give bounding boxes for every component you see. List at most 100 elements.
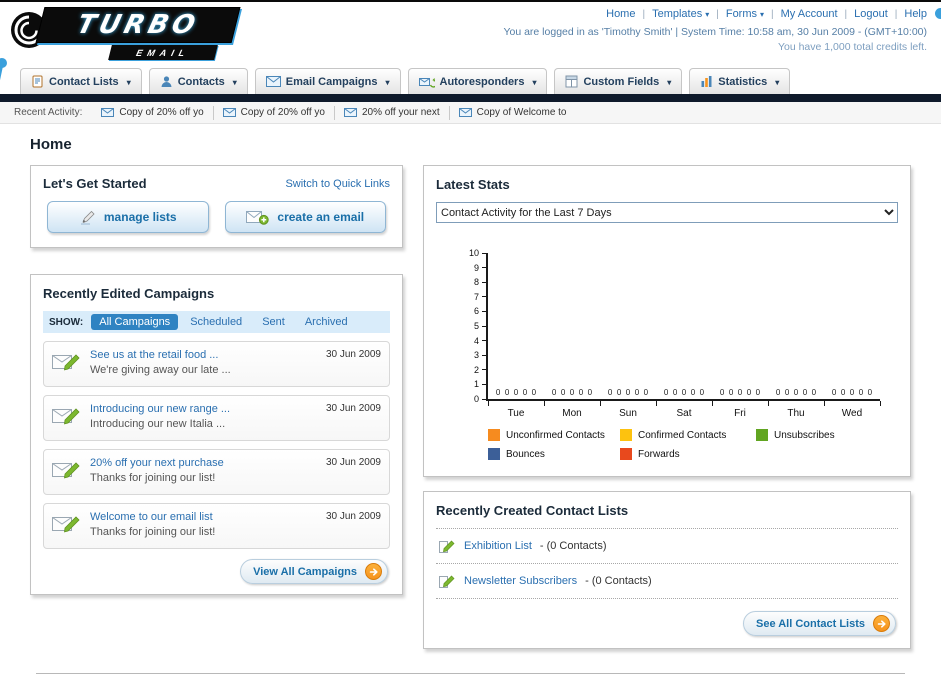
- campaign-title-link[interactable]: Welcome to our email list: [90, 511, 215, 523]
- x-axis-label: Thu: [787, 408, 805, 419]
- contact-list-item[interactable]: Exhibition List - (0 Contacts): [436, 529, 898, 564]
- value-label: 0: [811, 388, 817, 397]
- value-label: 0: [531, 388, 537, 397]
- campaign-title-link[interactable]: 20% off your next purchase: [90, 457, 224, 469]
- recent-activity-item[interactable]: Copy of 20% off yo: [92, 105, 214, 120]
- header: TURBO EMAIL Home Templates Forms My Acco…: [0, 2, 941, 108]
- nav-tab-statistics[interactable]: Statistics: [689, 68, 791, 94]
- y-axis-tick: [482, 281, 488, 283]
- top-link-home[interactable]: Home: [606, 8, 635, 20]
- contact-list-link[interactable]: Newsletter Subscribers: [464, 575, 577, 587]
- y-axis-label: 5: [473, 321, 479, 331]
- tab-archived[interactable]: Archived: [297, 314, 356, 330]
- see-all-contact-lists-button[interactable]: See All Contact Lists: [742, 611, 896, 636]
- campaign-item[interactable]: 20% off your next purchase Thanks for jo…: [43, 449, 390, 495]
- recent-activity-item[interactable]: Copy of Welcome to: [450, 106, 576, 120]
- y-axis-tick: [482, 398, 488, 400]
- y-axis-label: 6: [473, 306, 479, 317]
- dropdown-caret-icon: [124, 76, 131, 88]
- manage-lists-label: manage lists: [103, 210, 177, 224]
- get-started-title: Let's Get Started: [43, 176, 147, 191]
- contact-lists-panel: Recently Created Contact Lists Exhibitio…: [423, 491, 911, 649]
- stats-title: Latest Stats: [436, 177, 510, 192]
- header-right: Home Templates Forms My Account Logout H…: [503, 8, 927, 53]
- contact-list-item[interactable]: Newsletter Subscribers - (0 Contacts): [436, 564, 898, 599]
- chart-column: 0 0 0 0 0 Tue: [488, 253, 544, 419]
- recent-activity-item[interactable]: 20% off your next: [335, 105, 450, 120]
- chart-plot: 0 0 0 0 0 Tue 0 0 0 0 0 Mon 0 0 0 0 0 Sun 0 0 0 0 0 Sat 0 0 0 0 0 Fri…: [469, 248, 881, 419]
- home-page: Home Let's Get Started Switch to Quick L…: [0, 136, 941, 683]
- nav-underbar: [0, 94, 941, 102]
- campaigns-title: Recently Edited Campaigns: [43, 286, 215, 301]
- tab-sent[interactable]: Sent: [254, 314, 293, 330]
- manage-lists-button[interactable]: manage lists: [47, 201, 209, 233]
- chart-column: 0 0 0 0 0 Mon: [544, 253, 600, 419]
- arrow-icon: [873, 615, 890, 632]
- page-title: Home: [30, 136, 72, 153]
- campaign-subtitle: Thanks for joining our list!: [90, 472, 216, 484]
- value-label: 0: [625, 388, 631, 397]
- y-axis-label: 4: [473, 335, 479, 346]
- envelope-icon: [222, 108, 236, 117]
- value-label: 0: [755, 388, 761, 397]
- view-all-campaigns-button[interactable]: View All Campaigns: [240, 559, 388, 584]
- legend-swatch: [488, 448, 500, 460]
- y-axis-tick: [482, 369, 488, 371]
- nav-tab-email-campaigns[interactable]: Email Campaigns: [254, 68, 401, 94]
- campaign-item[interactable]: Welcome to our email list Thanks for joi…: [43, 503, 390, 549]
- legend-item: Confirmed Contacts: [620, 429, 756, 441]
- switch-quick-links-link[interactable]: Switch to Quick Links: [285, 178, 390, 190]
- top-link-logout[interactable]: Logout: [854, 8, 888, 20]
- recent-activity-item[interactable]: Copy of 20% off yo: [214, 105, 335, 120]
- campaign-date: 30 Jun 2009: [325, 511, 381, 522]
- dropdown-caret-icon: [772, 76, 779, 88]
- campaign-date: 30 Jun 2009: [325, 403, 381, 414]
- value-labels: 00000: [544, 388, 600, 397]
- campaign-filter-bar: SHOW: All Campaigns Scheduled Sent Archi…: [43, 311, 390, 333]
- logo-email-text: EMAIL: [135, 47, 191, 58]
- campaign-item[interactable]: Introducing our new range ... Introducin…: [43, 395, 390, 441]
- campaign-date: 30 Jun 2009: [325, 457, 381, 468]
- nav-tab-label: Email Campaigns: [285, 75, 378, 88]
- legend-item: Unconfirmed Contacts: [488, 429, 620, 441]
- y-axis-label: 10: [468, 248, 479, 258]
- value-label: 0: [672, 388, 678, 397]
- envelope-pencil-icon: [52, 354, 80, 371]
- tab-all-campaigns[interactable]: All Campaigns: [91, 314, 179, 330]
- nav-tab-contacts[interactable]: Contacts: [148, 68, 248, 94]
- arrow-icon: [365, 563, 382, 580]
- campaign-item[interactable]: See us at the retail food ... We're givi…: [43, 341, 390, 387]
- top-link-my-account[interactable]: My Account: [781, 8, 838, 20]
- legend-label: Confirmed Contacts: [638, 429, 727, 441]
- campaign-title-link[interactable]: See us at the retail food ...: [90, 349, 231, 361]
- value-labels: 00000: [600, 388, 656, 397]
- top-link-help[interactable]: Help: [904, 8, 927, 20]
- legend-label: Unconfirmed Contacts: [506, 429, 605, 441]
- pencil-icon: [80, 210, 95, 224]
- contact-list-link[interactable]: Exhibition List: [464, 540, 532, 552]
- value-label: 0: [802, 388, 808, 397]
- top-link-templates[interactable]: Templates: [652, 8, 709, 20]
- y-axis-tick: [482, 310, 488, 312]
- nav-tab-label: Autoresponders: [439, 75, 525, 88]
- dropdown-caret-icon: [529, 76, 536, 88]
- y-axis-tick: [482, 252, 488, 254]
- chart-columns: 0 0 0 0 0 Tue 0 0 0 0 0 Mon 0 0 0 0 0 Sun 0 0 0 0 0 Sat 0 0 0 0 0 Fri…: [488, 253, 880, 419]
- nav-tab-custom-fields[interactable]: Custom Fields: [554, 68, 683, 94]
- value-label: 0: [560, 388, 566, 397]
- y-axis-tick: [482, 296, 488, 298]
- top-nav: Home Templates Forms My Account Logout H…: [503, 8, 927, 20]
- value-labels: 00000: [656, 388, 712, 397]
- y-axis-tick: [482, 383, 488, 385]
- create-email-button[interactable]: create an email: [224, 201, 386, 233]
- value-label: 0: [495, 388, 501, 397]
- contact-activity-chart: 0 0 0 0 0 Tue 0 0 0 0 0 Mon 0 0 0 0 0 Sun 0 0 0 0 0 Sat 0 0 0 0 0 Fri…: [469, 248, 881, 419]
- envelope-pencil-icon: [52, 408, 80, 425]
- nav-tab-label: Statistics: [718, 75, 768, 88]
- nav-tab-autoresponders[interactable]: Autoresponders: [407, 68, 548, 94]
- campaign-title-link[interactable]: Introducing our new range ...: [90, 403, 230, 415]
- nav-tab-contact-lists[interactable]: Contact Lists: [20, 68, 142, 94]
- stats-range-select[interactable]: Contact Activity for the Last 7 Days: [436, 202, 898, 223]
- top-link-forms[interactable]: Forms: [726, 8, 764, 20]
- tab-scheduled[interactable]: Scheduled: [182, 314, 250, 330]
